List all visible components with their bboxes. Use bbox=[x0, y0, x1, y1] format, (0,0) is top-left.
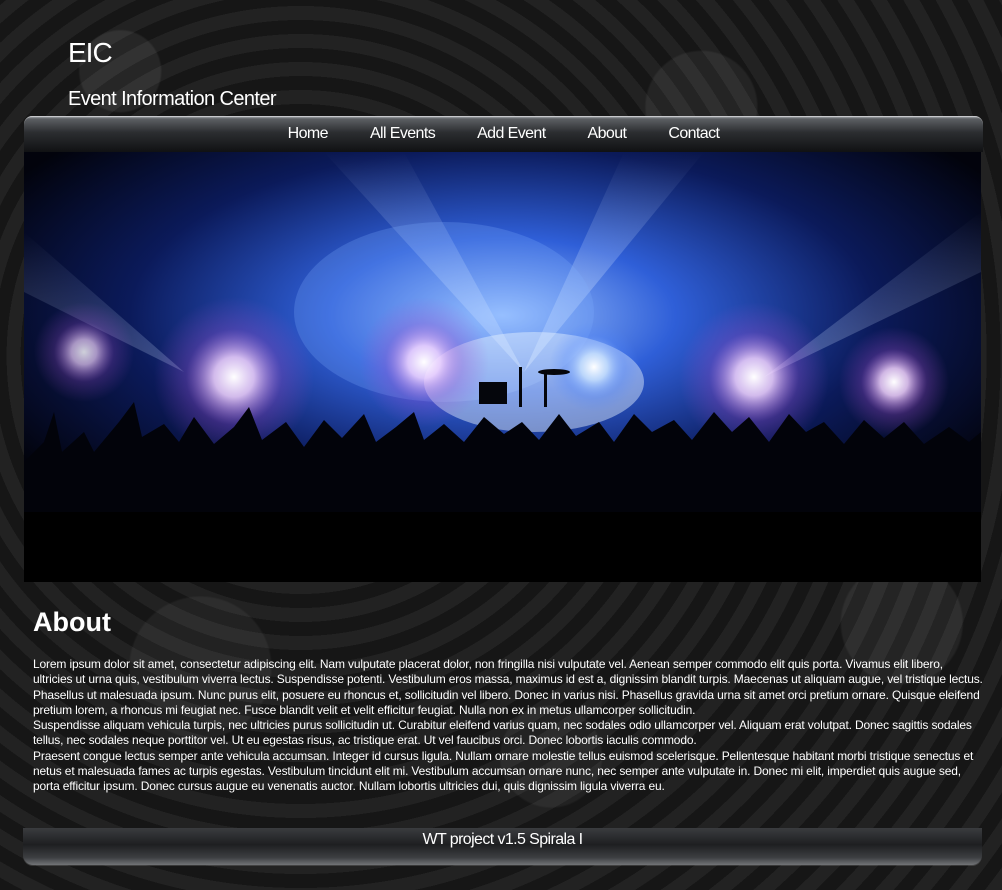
concert-banner-image bbox=[24, 152, 981, 582]
nav-home[interactable]: Home bbox=[288, 125, 329, 143]
about-paragraph: Suspendisse aliquam vehicula turpis, nec… bbox=[33, 718, 972, 748]
about-paragraph: Praesent congue lectus semper ante vehic… bbox=[33, 748, 974, 794]
page-footer: WT project v1.5 Spirala I bbox=[23, 828, 982, 865]
nav-about[interactable]: About bbox=[588, 125, 627, 143]
nav-all-events[interactable]: All Events bbox=[370, 125, 436, 143]
about-heading: About bbox=[33, 607, 111, 637]
footer-text: WT project v1.5 Spirala I bbox=[422, 831, 583, 848]
nav-contact[interactable]: Contact bbox=[668, 125, 720, 143]
about-paragraph: Lorem ipsum dolor sit amet, consectetur … bbox=[33, 657, 983, 717]
about-text: Lorem ipsum dolor sit amet, consectetur … bbox=[33, 657, 985, 795]
main-navigation: Home All Events Add Event About Contact bbox=[24, 116, 983, 152]
site-subtitle: Event Information Center bbox=[68, 88, 277, 110]
site-logo: EIC bbox=[68, 37, 113, 68]
nav-add-event[interactable]: Add Event bbox=[477, 125, 546, 143]
